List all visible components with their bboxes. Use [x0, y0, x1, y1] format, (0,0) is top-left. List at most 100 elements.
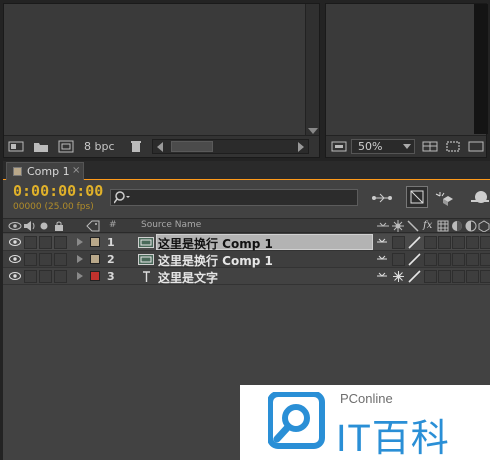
bit-depth-label[interactable]: 8 bpc [84, 140, 115, 153]
fit-frame-icon[interactable] [422, 140, 438, 153]
scroll-thumb[interactable] [171, 141, 213, 152]
lock-toggle[interactable] [54, 253, 67, 266]
quality-switch-icon[interactable] [408, 270, 421, 283]
continuous-rasterize-icon[interactable] [393, 271, 404, 282]
new-composition-icon[interactable] [58, 140, 74, 153]
table-row[interactable]: 2 这里是换行 Comp 1 [3, 251, 490, 268]
effect-switch[interactable] [424, 270, 437, 283]
shy-header-icon [377, 222, 389, 227]
adjustment-switch[interactable] [466, 253, 479, 266]
quality-header-icon [407, 220, 419, 232]
motion-blur-switch[interactable] [452, 270, 465, 283]
eye-icon[interactable] [9, 272, 21, 280]
new-folder-icon[interactable] [33, 140, 49, 153]
search-icon [114, 191, 130, 204]
effect-switch[interactable] [424, 253, 437, 266]
comp-mini-flowchart-icon[interactable] [370, 190, 394, 206]
collapse-transform-header-icon [392, 220, 404, 232]
motion-blur-icon[interactable] [469, 190, 489, 206]
effects-header-icon: fx [423, 220, 433, 231]
audio-toggle[interactable] [24, 253, 37, 266]
region-of-interest-icon[interactable] [445, 140, 461, 153]
effect-switch[interactable] [424, 236, 437, 249]
table-row[interactable]: 1 这里是换行 Comp 1 [3, 234, 490, 251]
solo-toggle[interactable] [39, 270, 52, 283]
tab-comp-1[interactable]: Comp 1 × [6, 162, 84, 180]
video-visibility-header-icon [8, 222, 22, 230]
project-vertical-scrollbar[interactable] [305, 4, 319, 136]
expand-triangle-icon[interactable] [77, 255, 83, 263]
source-name-header[interactable]: Source Name [141, 220, 201, 230]
transparency-grid-icon[interactable] [468, 140, 484, 153]
watermark-text: IT百科 [336, 418, 450, 460]
solo-toggle[interactable] [39, 236, 52, 249]
shy-layers-icon[interactable] [434, 190, 454, 206]
lock-toggle[interactable] [54, 236, 67, 249]
layer-name[interactable]: 这里是换行 Comp 1 [158, 252, 273, 269]
layer-switches [374, 269, 490, 284]
frame-rate-label: 00000 (25.00 fps) [13, 202, 94, 212]
tab-label: Comp 1 [27, 165, 70, 178]
frame-blend-switch[interactable] [438, 236, 451, 249]
layer-switches [374, 252, 490, 267]
layer-name[interactable]: 这里是文字 [158, 269, 218, 286]
close-icon[interactable]: × [72, 165, 80, 176]
shy-switch-icon[interactable] [376, 255, 388, 264]
frame-blend-switch[interactable] [438, 253, 451, 266]
layer-name[interactable]: 这里是换行 Comp 1 [158, 235, 273, 252]
layer-label-color[interactable] [90, 237, 100, 247]
frame-blending-header-icon [437, 220, 449, 232]
shy-switch-icon[interactable] [376, 238, 388, 247]
solo-toggle[interactable] [39, 253, 52, 266]
audio-toggle[interactable] [24, 270, 37, 283]
3d-switch[interactable] [480, 236, 490, 249]
magnifier-logo-icon [268, 392, 325, 449]
expand-triangle-icon[interactable] [77, 238, 83, 246]
magnification-select[interactable]: 50% [351, 139, 415, 154]
layer-number: 3 [107, 270, 115, 283]
3d-layer-header-icon [478, 220, 490, 232]
layer-label-color[interactable] [90, 254, 100, 264]
collapse-switch[interactable] [392, 236, 405, 249]
layer-label-color[interactable] [90, 271, 100, 281]
interpret-footage-icon[interactable] [8, 140, 24, 153]
trash-icon[interactable] [128, 140, 144, 153]
composition-layer-icon [138, 237, 154, 248]
composition-layer-icon [138, 254, 154, 265]
adjustment-switch[interactable] [466, 236, 479, 249]
comp-tab-swatch [13, 167, 22, 176]
scroll-right-icon[interactable] [298, 142, 304, 152]
lock-toggle[interactable] [54, 270, 67, 283]
composition-canvas[interactable] [474, 4, 488, 134]
3d-switch[interactable] [480, 253, 490, 266]
3d-switch[interactable] [480, 270, 490, 283]
always-preview-icon[interactable] [331, 140, 347, 153]
motion-blur-switch[interactable] [452, 253, 465, 266]
frame-blend-switch[interactable] [438, 270, 451, 283]
collapse-switch[interactable] [392, 253, 405, 266]
quality-switch-icon[interactable] [408, 236, 421, 249]
shy-switch-icon[interactable] [376, 272, 388, 281]
viewer-toolbar: 50% [326, 135, 486, 157]
solo-header-icon [40, 222, 48, 230]
table-row[interactable]: 3 这里是文字 [3, 268, 490, 285]
layer-number-header[interactable]: # [109, 220, 117, 230]
composition-viewer: 50% [325, 3, 488, 158]
eye-icon[interactable] [9, 238, 21, 246]
text-layer-icon [143, 271, 150, 282]
adjustment-switch[interactable] [466, 270, 479, 283]
layer-search-input[interactable] [110, 189, 358, 206]
project-horizontal-scrollbar[interactable] [152, 139, 309, 154]
audio-toggle[interactable] [24, 236, 37, 249]
layer-column-header: # Source Name fx [3, 218, 490, 233]
motion-blur-switch[interactable] [452, 236, 465, 249]
draft-3d-icon[interactable] [406, 186, 428, 208]
adjustment-layer-header-icon [465, 220, 477, 232]
expand-triangle-icon[interactable] [77, 272, 83, 280]
scroll-left-icon[interactable] [157, 142, 163, 152]
current-time-display[interactable]: 0:00:00:00 [13, 182, 103, 200]
layer-switches [374, 235, 490, 250]
watermark: PConline IT百科 [240, 385, 490, 460]
quality-switch-icon[interactable] [408, 253, 421, 266]
eye-icon[interactable] [9, 255, 21, 263]
